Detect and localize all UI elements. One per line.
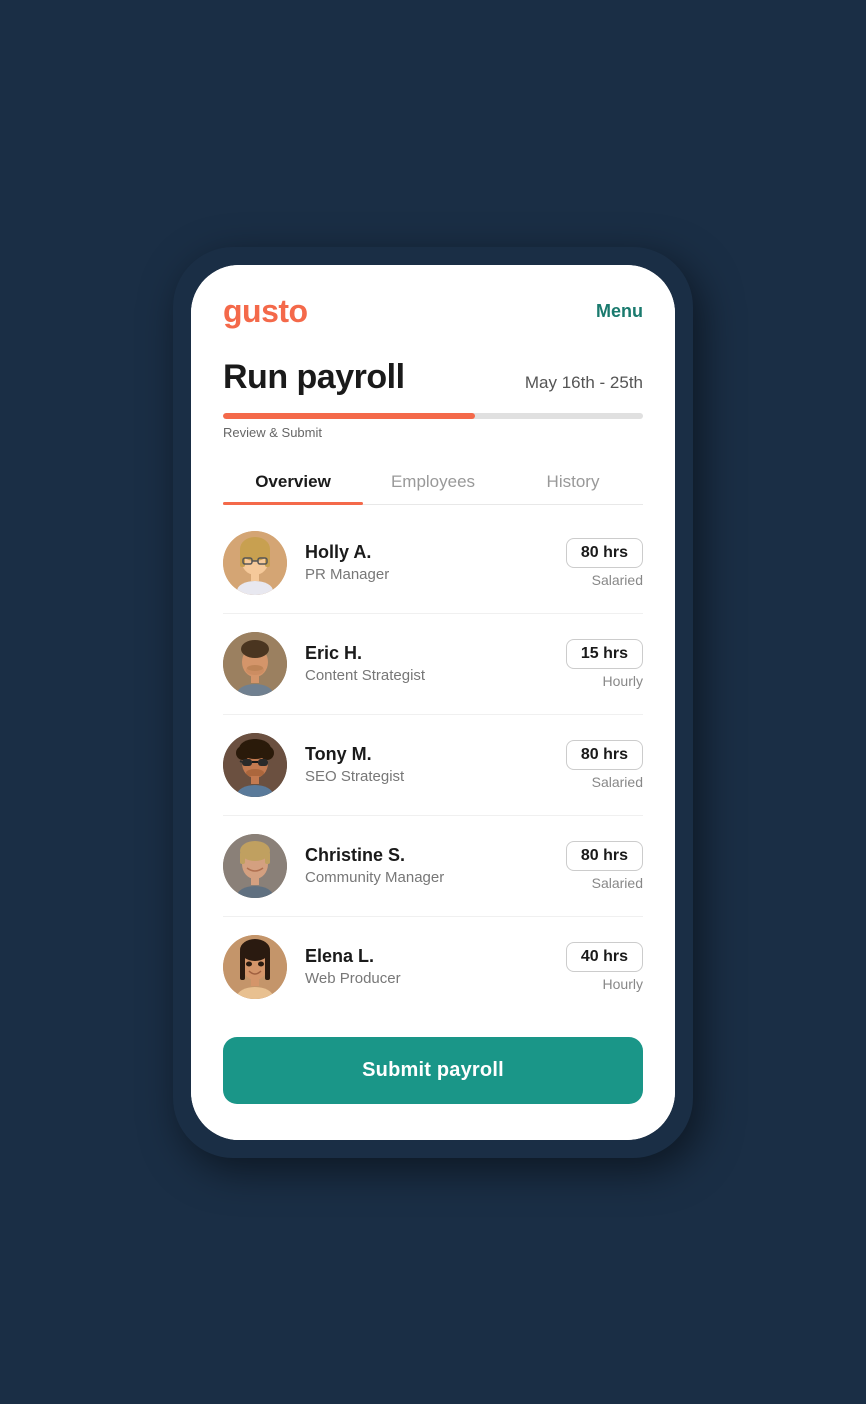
employee-row[interactable]: Eric H. Content Strategist 15 hrs Hourly [223,614,643,715]
app-header: gusto Menu [191,265,675,348]
hours-badge[interactable]: 40 hrs [566,942,643,972]
employee-hours-section: 40 hrs Hourly [566,942,643,992]
phone-device: gusto Menu Run payroll May 16th - 25th R… [173,247,693,1158]
employee-role: Content Strategist [305,667,566,684]
employee-list: Holly A. PR Manager 80 hrs Salaried [223,513,643,1017]
title-row: Run payroll May 16th - 25th [223,358,643,397]
progress-section: Review & Submit [223,413,643,440]
employee-info: Christine S. Community Manager [305,845,566,886]
progress-track [223,413,643,419]
employee-info: Elena L. Web Producer [305,946,566,987]
page-content: Run payroll May 16th - 25th Review & Sub… [191,348,675,1017]
employee-hours-section: 80 hrs Salaried [566,538,643,588]
employee-name: Tony M. [305,744,566,765]
employee-role: Community Manager [305,869,566,886]
employee-name: Christine S. [305,845,566,866]
employee-hours-section: 80 hrs Salaried [566,841,643,891]
tab-bar: Overview Employees History [223,458,643,505]
employee-hours-section: 80 hrs Salaried [566,740,643,790]
pay-type: Salaried [592,875,643,891]
hours-badge[interactable]: 80 hrs [566,841,643,871]
employee-photo [223,935,287,999]
progress-label: Review & Submit [223,425,643,440]
employee-name: Holly A. [305,542,566,563]
employee-row[interactable]: Holly A. PR Manager 80 hrs Salaried [223,513,643,614]
submit-payroll-button[interactable]: Submit payroll [223,1037,643,1104]
hours-badge[interactable]: 80 hrs [566,538,643,568]
submit-section: Submit payroll [191,1017,675,1140]
avatar [223,733,287,797]
avatar [223,834,287,898]
tab-employees[interactable]: Employees [363,458,503,504]
pay-type: Hourly [603,976,643,992]
gusto-logo: gusto [223,293,308,330]
employee-row[interactable]: Elena L. Web Producer 40 hrs Hourly [223,917,643,1017]
avatar [223,632,287,696]
hours-badge[interactable]: 15 hrs [566,639,643,669]
employee-role: PR Manager [305,566,566,583]
employee-role: Web Producer [305,970,566,987]
employee-photo [223,531,287,595]
employee-name: Eric H. [305,643,566,664]
employee-info: Holly A. PR Manager [305,542,566,583]
employee-photo [223,834,287,898]
employee-row[interactable]: Christine S. Community Manager 80 hrs Sa… [223,816,643,917]
employee-photo [223,632,287,696]
employee-hours-section: 15 hrs Hourly [566,639,643,689]
pay-type: Salaried [592,774,643,790]
employee-info: Tony M. SEO Strategist [305,744,566,785]
progress-fill [223,413,475,419]
hours-badge[interactable]: 80 hrs [566,740,643,770]
app-screen: gusto Menu Run payroll May 16th - 25th R… [191,265,675,1140]
menu-button[interactable]: Menu [596,301,643,322]
avatar [223,531,287,595]
employee-photo [223,733,287,797]
phone-screen: gusto Menu Run payroll May 16th - 25th R… [191,265,675,1140]
employee-name: Elena L. [305,946,566,967]
pay-type: Hourly [603,673,643,689]
tab-history[interactable]: History [503,458,643,504]
date-range: May 16th - 25th [525,373,643,393]
pay-type: Salaried [592,572,643,588]
employee-row[interactable]: Tony M. SEO Strategist 80 hrs Salaried [223,715,643,816]
employee-info: Eric H. Content Strategist [305,643,566,684]
employee-role: SEO Strategist [305,768,566,785]
page-title: Run payroll [223,358,405,397]
avatar [223,935,287,999]
tab-overview[interactable]: Overview [223,458,363,504]
